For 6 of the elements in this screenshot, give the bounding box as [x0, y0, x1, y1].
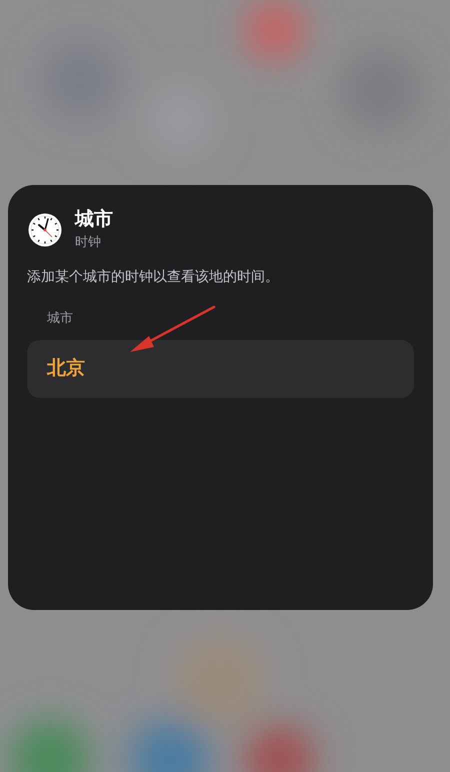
description-text: 添加某个城市的时钟以查看该地的时间。 [27, 267, 280, 286]
field-label: 城市 [47, 309, 74, 327]
widget-title: 城市 [75, 208, 113, 232]
clock-icon [28, 213, 62, 247]
widget-subtitle: 时钟 [75, 233, 102, 251]
city-field[interactable]: 北京 [27, 340, 414, 398]
